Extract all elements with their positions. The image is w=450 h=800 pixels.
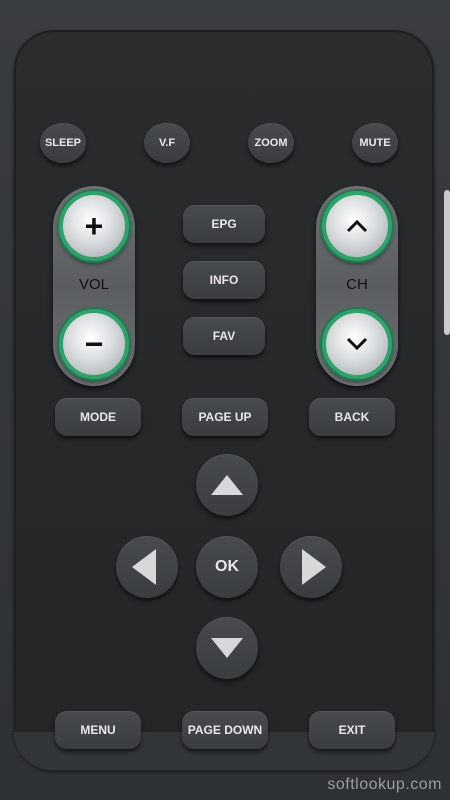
epg-button[interactable]: EPG	[183, 205, 265, 243]
fav-button[interactable]: FAV	[183, 317, 265, 355]
dpad-right-button[interactable]	[280, 536, 342, 598]
mute-button[interactable]: MUTE	[352, 123, 398, 163]
dpad-up-button[interactable]	[196, 454, 258, 516]
page-down-button[interactable]: PAGE DOWN	[182, 711, 268, 749]
chevron-up-icon	[346, 219, 368, 233]
back-button[interactable]: BACK	[309, 398, 395, 436]
vf-button[interactable]: V.F	[144, 123, 190, 163]
ok-button[interactable]: OK	[196, 536, 258, 598]
menu-button[interactable]: MENU	[55, 711, 141, 749]
exit-button[interactable]: EXIT	[309, 711, 395, 749]
triangle-left-icon	[132, 549, 156, 585]
watermark: softlookup.com	[327, 776, 442, 793]
triangle-up-icon	[211, 475, 243, 495]
triangle-right-icon	[302, 549, 326, 585]
triangle-down-icon	[211, 638, 243, 658]
volume-up-button[interactable]: +	[59, 191, 129, 261]
info-button[interactable]: INFO	[183, 261, 265, 299]
channel-label: CH	[346, 276, 368, 293]
dpad-left-button[interactable]	[116, 536, 178, 598]
channel-up-button[interactable]	[322, 191, 392, 261]
volume-label: VOL	[78, 276, 109, 293]
page-up-button[interactable]: PAGE UP	[182, 398, 268, 436]
dpad-down-button[interactable]	[196, 617, 258, 679]
scrollbar[interactable]	[444, 190, 450, 335]
volume-down-button[interactable]: −	[59, 309, 129, 379]
channel-down-button[interactable]	[322, 309, 392, 379]
mode-button[interactable]: MODE	[55, 398, 141, 436]
chevron-down-icon	[346, 337, 368, 351]
sleep-button[interactable]: SLEEP	[40, 123, 86, 163]
minus-icon: −	[84, 326, 104, 362]
zoom-button[interactable]: ZOOM	[248, 123, 294, 163]
plus-icon: +	[84, 208, 104, 244]
